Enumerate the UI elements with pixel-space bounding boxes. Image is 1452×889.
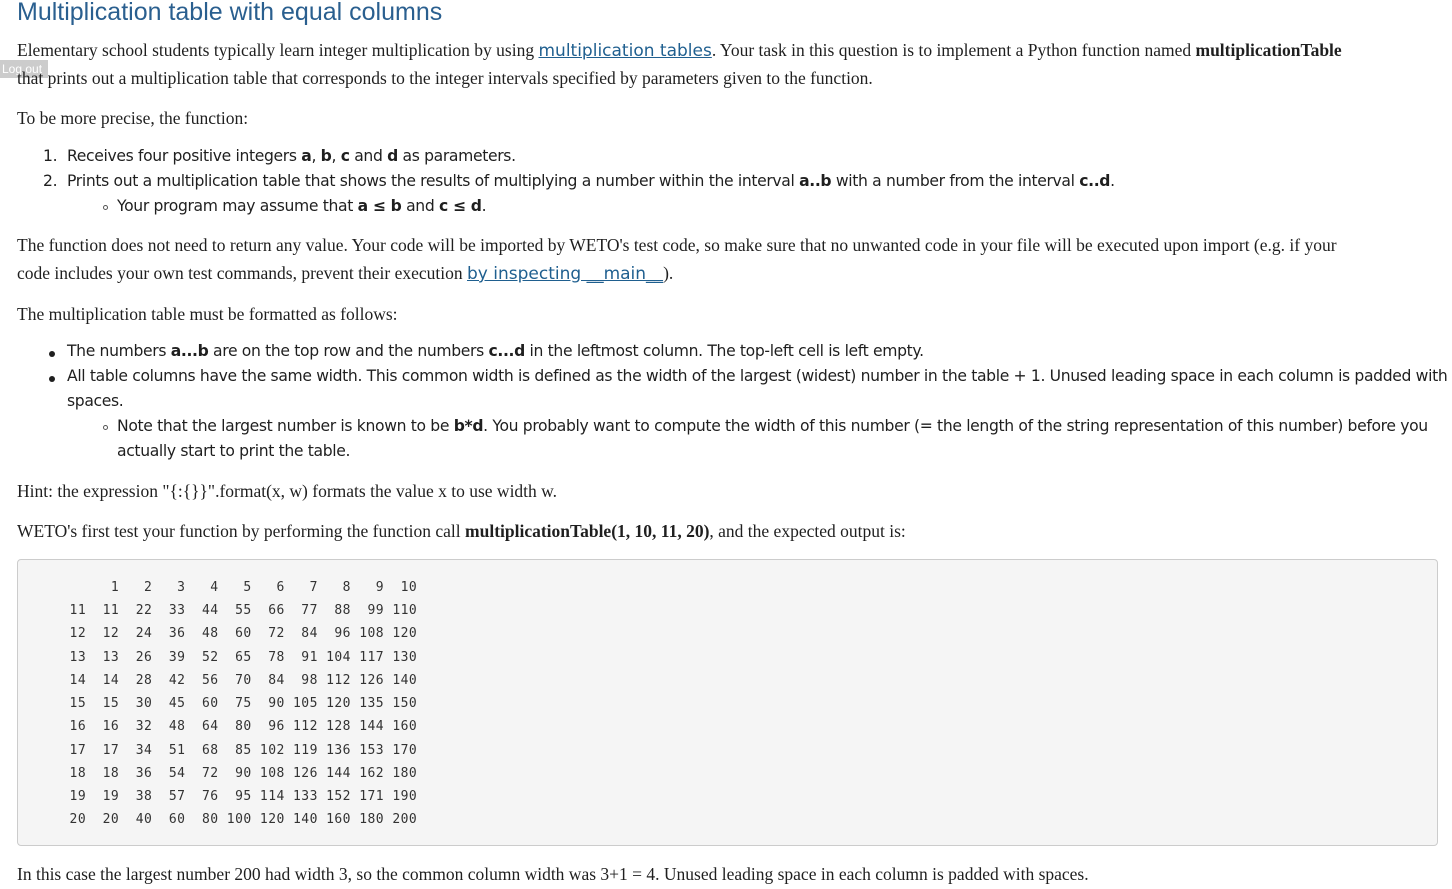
output-line: 13 13 26 39 52 65 78 91 104 117 130	[53, 650, 418, 665]
list-marker: 2.	[43, 172, 58, 190]
output-line: 20 20 40 60 80 100 120 140 160 180 200	[53, 812, 418, 827]
bullet-dot-icon	[49, 376, 55, 382]
list-subitem-line-2: actually start to print the table.	[117, 442, 351, 460]
list-subitem: Your program may assume that a ≤ b and c…	[117, 197, 487, 215]
function-name: multiplicationTable	[1195, 40, 1342, 60]
conclusion-text: In this case the largest number 200 had …	[17, 864, 1089, 884]
intro-line-1: Elementary school students typically lea…	[17, 40, 1342, 61]
output-line: 17 17 34 51 68 85 102 119 136 153 170	[53, 743, 418, 758]
output-line: 11 11 22 33 44 55 66 77 88 99 110	[53, 603, 418, 618]
expected-output-block: 1 2 3 4 5 6 7 8 9 10 11 11 22 33 44 55 6…	[17, 559, 1438, 846]
precise-text: To be more precise, the function:	[17, 108, 249, 128]
page-title: Multiplication table with equal columns	[17, 0, 443, 26]
list-subitem-line-1: Note that the largest number is known to…	[117, 417, 1428, 435]
output-line: 19 19 38 57 76 95 114 133 152 171 190	[53, 789, 418, 804]
output-line: 15 15 30 45 60 75 90 105 120 135 150	[53, 696, 418, 711]
output-line: 16 16 32 48 64 80 96 112 128 144 160	[53, 719, 418, 734]
list-marker: 1.	[43, 147, 58, 165]
list-item: 1. Receives four positive integers a, b,…	[43, 147, 516, 165]
intro-line-2: that prints out a multiplication table t…	[17, 68, 873, 88]
output-line: 1 2 3 4 5 6 7 8 9 10	[53, 580, 418, 595]
output-line: 14 14 28 42 56 70 84 98 112 126 140	[53, 673, 418, 688]
bullet-circle-icon	[103, 205, 108, 210]
output-line: 18 18 36 54 72 90 108 126 144 162 180	[53, 766, 418, 781]
return-paragraph-line-2: code includes your own test commands, pr…	[17, 263, 674, 284]
format-intro: The multiplication table must be formatt…	[17, 304, 398, 324]
hint-text: Hint: the expression "{:{}}".format(x, w…	[17, 481, 558, 501]
inspecting-main-link[interactable]: by inspecting __main__	[467, 264, 663, 284]
return-paragraph-line-1: The function does not need to return any…	[17, 235, 1337, 255]
list-item-line-1: All table columns have the same width. T…	[67, 367, 1448, 385]
bullet-circle-icon	[103, 425, 108, 430]
function-call: multiplicationTable(1, 10, 11, 20)	[465, 521, 710, 541]
bullet-dot-icon	[49, 351, 55, 357]
list-item-line-2: spaces.	[67, 392, 124, 410]
multiplication-tables-link[interactable]: multiplication tables	[538, 41, 711, 61]
first-test-text: WETO's first test your function by perfo…	[17, 521, 906, 541]
list-item: The numbers a...b are on the top row and…	[67, 342, 924, 360]
list-item: 2. Prints out a multiplication table tha…	[43, 172, 1115, 190]
output-line: 12 12 24 36 48 60 72 84 96 108 120	[53, 626, 418, 641]
